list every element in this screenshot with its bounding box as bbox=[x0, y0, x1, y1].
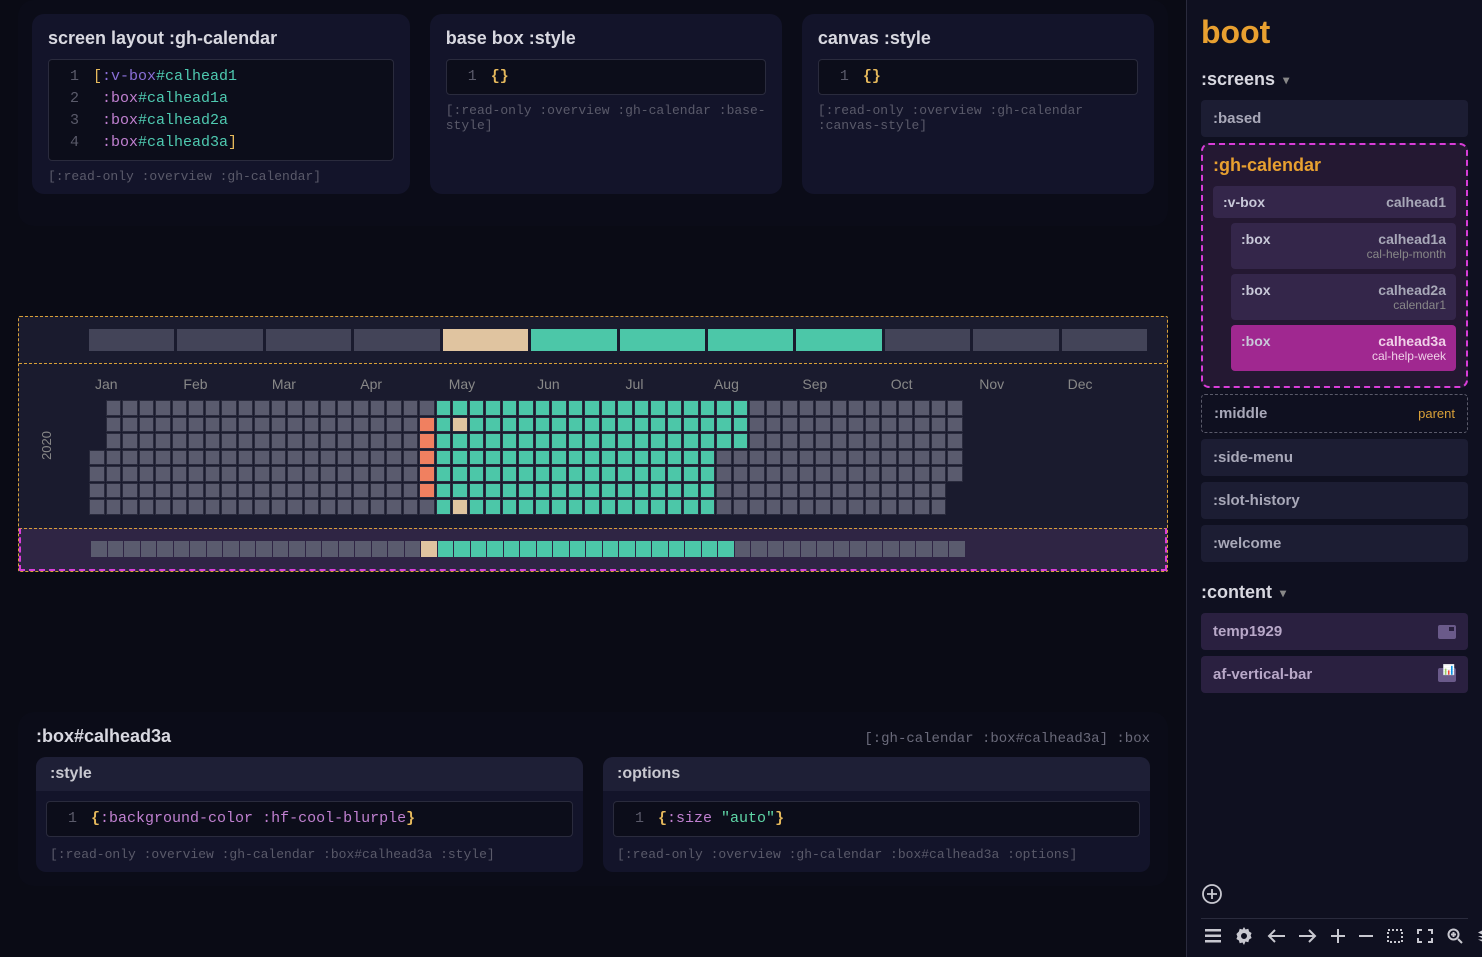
screen-item-welcome[interactable]: :welcome bbox=[1201, 525, 1468, 562]
panel-canvas-style: canvas :style 1{} [:read-only :overview … bbox=[802, 14, 1154, 194]
panel-base-style: base box :style 1{} [:read-only :overvie… bbox=[430, 14, 782, 194]
sidebar: boot :screens ▾ :based :gh-calendar :v-b… bbox=[1186, 0, 1482, 957]
screen-item-based[interactable]: :based bbox=[1201, 100, 1468, 137]
add-button[interactable] bbox=[1201, 877, 1468, 918]
month-label: Mar bbox=[266, 376, 351, 392]
panel-meta: [:read-only :overview :gh-calendar :box#… bbox=[603, 847, 1150, 872]
code-editor-options[interactable]: 1{:size "auto"} bbox=[613, 801, 1140, 837]
month-label: Dec bbox=[1062, 376, 1147, 392]
code-editor-canvas[interactable]: 1{} bbox=[818, 59, 1138, 95]
code-editor-layout[interactable]: 1[:v-box#calhead1 2 :box#calhead1a 3 :bo… bbox=[48, 59, 394, 161]
chevron-down-icon: ▾ bbox=[1280, 586, 1286, 600]
month-label: Feb bbox=[177, 376, 262, 392]
detail-panel: :box#calhead3a [:gh-calendar :box#calhea… bbox=[18, 712, 1168, 886]
screen-item-middle[interactable]: :middle parent bbox=[1201, 394, 1468, 433]
panel-title: base box :style bbox=[446, 28, 766, 49]
tree-item[interactable]: :v-boxcalhead1 bbox=[1213, 186, 1456, 218]
forward-icon[interactable] bbox=[1299, 927, 1317, 945]
month-label: Oct bbox=[885, 376, 970, 392]
screen-item-side-menu[interactable]: :side-menu bbox=[1201, 439, 1468, 476]
style-panel: :style 1{:background-color :hf-cool-blur… bbox=[36, 757, 583, 872]
calhead3a-preview[interactable] bbox=[19, 528, 1167, 571]
screen-group-gh-calendar: :gh-calendar :v-boxcalhead1 :boxcalhead1a… bbox=[1201, 143, 1468, 388]
tree-item[interactable]: :boxcalhead2acalendar1 bbox=[1231, 274, 1456, 320]
select-icon[interactable] bbox=[1387, 927, 1403, 945]
panel-meta: [:read-only :overview :gh-calendar :canv… bbox=[818, 103, 1138, 133]
parent-tag: parent bbox=[1418, 406, 1455, 421]
calhead1a-preview[interactable] bbox=[19, 317, 1167, 363]
gear-icon[interactable] bbox=[1235, 927, 1253, 945]
chevron-down-icon: ▾ bbox=[1283, 73, 1289, 87]
panel-title: :options bbox=[603, 757, 1150, 791]
month-label: Apr bbox=[354, 376, 439, 392]
panel-meta: [:read-only :overview :gh-calendar :base… bbox=[446, 103, 766, 133]
month-label: Jun bbox=[531, 376, 616, 392]
content-item[interactable]: temp1929 bbox=[1201, 613, 1468, 650]
year-label: 2020 bbox=[39, 431, 55, 460]
panel-screen-layout: screen layout :gh-calendar 1[:v-box#calh… bbox=[32, 14, 410, 194]
calhead2a-preview[interactable]: 2020 JanFebMarAprMayJunJulAugSepOctNovDe… bbox=[19, 363, 1167, 528]
month-label: Sep bbox=[796, 376, 881, 392]
tree-item[interactable]: :boxcalhead3acal-help-week bbox=[1231, 325, 1456, 371]
content-item[interactable]: af-vertical-bar bbox=[1201, 656, 1468, 693]
screen-item-slot-history[interactable]: :slot-history bbox=[1201, 482, 1468, 519]
calendar-preview: 2020 JanFebMarAprMayJunJulAugSepOctNovDe… bbox=[18, 316, 1168, 572]
plus-icon[interactable] bbox=[1331, 927, 1345, 945]
minus-icon[interactable] bbox=[1359, 927, 1373, 945]
detail-breadcrumb: [:gh-calendar :box#calhead3a] :box bbox=[864, 731, 1150, 747]
menu-icon[interactable] bbox=[1205, 927, 1221, 945]
panel-title: screen layout :gh-calendar bbox=[48, 28, 394, 49]
toolbar bbox=[1201, 918, 1468, 957]
fullscreen-icon[interactable] bbox=[1417, 927, 1433, 945]
detail-title: :box#calhead3a bbox=[36, 726, 171, 747]
content-section-toggle[interactable]: :content ▾ bbox=[1201, 582, 1468, 603]
code-editor-base[interactable]: 1{} bbox=[446, 59, 766, 95]
screen-group-title[interactable]: :gh-calendar bbox=[1213, 155, 1456, 176]
screens-section-toggle[interactable]: :screens ▾ bbox=[1201, 69, 1468, 90]
month-label: Nov bbox=[973, 376, 1058, 392]
tree-item[interactable]: :boxcalhead1acal-help-month bbox=[1231, 223, 1456, 269]
back-icon[interactable] bbox=[1267, 927, 1285, 945]
panel-meta: [:read-only :overview :gh-calendar :box#… bbox=[36, 847, 583, 872]
month-label: Jan bbox=[89, 376, 174, 392]
layers-icon[interactable] bbox=[1477, 927, 1482, 945]
month-label: May bbox=[443, 376, 528, 392]
month-label: Jul bbox=[620, 376, 705, 392]
zoom-icon[interactable] bbox=[1447, 927, 1463, 945]
panel-icon bbox=[1438, 625, 1456, 639]
app-title: boot bbox=[1201, 14, 1468, 51]
panel-title: :style bbox=[36, 757, 583, 791]
options-panel: :options 1{:size "auto"} [:read-only :ov… bbox=[603, 757, 1150, 872]
panel-meta: [:read-only :overview :gh-calendar] bbox=[48, 169, 394, 184]
code-editor-style[interactable]: 1{:background-color :hf-cool-blurple} bbox=[46, 801, 573, 837]
month-label: Aug bbox=[708, 376, 793, 392]
panel-title: canvas :style bbox=[818, 28, 1138, 49]
chart-icon bbox=[1438, 668, 1456, 682]
